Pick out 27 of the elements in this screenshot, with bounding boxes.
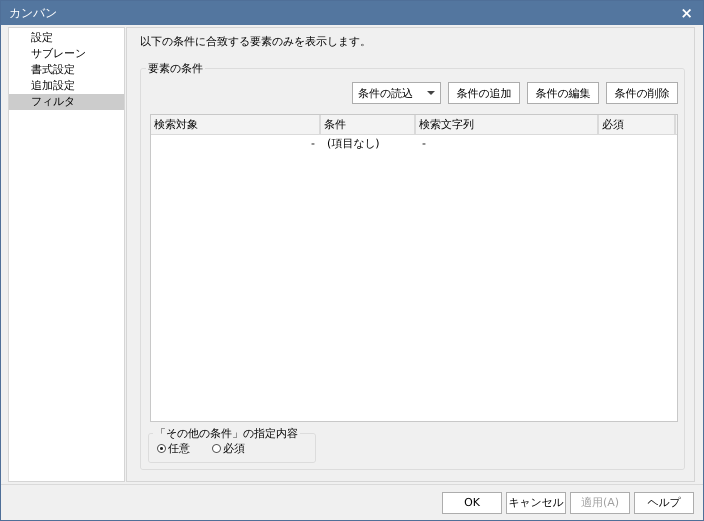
load-dropdown-button[interactable]: 条件の読込 (352, 82, 441, 104)
column-header[interactable]: 検索文字列 (416, 115, 599, 134)
table-cell-text: - (310, 136, 316, 152)
caret-icon (427, 91, 435, 95)
close-button[interactable]: × (680, 4, 693, 22)
column-header[interactable]: 必須 (599, 115, 676, 134)
sidebar-item[interactable]: 追加設定 (9, 78, 124, 94)
column-header[interactable]: 検索対象 (151, 115, 321, 134)
window-title: カンバン (9, 4, 57, 22)
action-button[interactable]: 条件の追加 (448, 82, 520, 104)
action-button[interactable]: 条件の編集 (527, 82, 599, 104)
radio-option[interactable]: 任意 (157, 441, 190, 456)
table-cell-text: (項目なし) (326, 136, 381, 152)
dialog-button[interactable]: キャンセル (506, 492, 566, 514)
description-text: 以下の条件に合致する要素のみを表示します。 (140, 34, 372, 50)
sidebar-item[interactable]: 設定 (9, 30, 124, 46)
action-button[interactable]: 条件の削除 (606, 82, 678, 104)
sidebar-item[interactable]: フィルタ (9, 94, 124, 110)
sidebar-item[interactable]: 書式設定 (9, 62, 124, 78)
group-title: 「その他の条件」の指定内容 (154, 426, 299, 441)
sidebar-item[interactable]: サブレーン (9, 46, 124, 62)
dialog-button[interactable]: ヘルプ (634, 492, 694, 514)
table-cell-text: - (421, 136, 427, 152)
dialog-button[interactable]: OK (442, 492, 502, 514)
column-header[interactable]: 条件 (321, 115, 416, 134)
group-title: 要素の条件 (147, 61, 204, 76)
radio-option[interactable]: 必須 (212, 441, 245, 456)
